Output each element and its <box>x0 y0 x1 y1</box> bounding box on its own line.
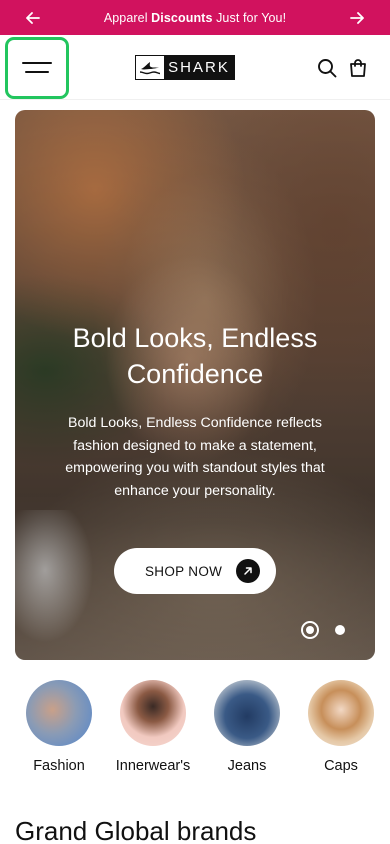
hero-title: Bold Looks, Endless Confidence <box>72 323 318 389</box>
category-caps[interactable]: Caps <box>296 680 386 774</box>
category-jeans[interactable]: Jeans <box>202 680 292 774</box>
arrow-up-right-icon <box>236 559 260 583</box>
search-icon[interactable] <box>316 57 338 79</box>
category-label: Jeans <box>227 758 267 774</box>
carousel-dot-active[interactable] <box>301 621 319 639</box>
carousel-dot[interactable] <box>335 625 345 635</box>
shop-now-label: SHOP NOW <box>145 563 223 579</box>
header: SHARK <box>0 35 390 100</box>
category-image <box>120 680 186 746</box>
category-label: Innerwear's <box>115 758 191 774</box>
category-image <box>308 680 374 746</box>
hero-banner[interactable]: Bold Looks, Endless Confidence Bold Look… <box>15 110 375 660</box>
brands-section-title: Grand Global brands <box>15 816 257 844</box>
category-fashion[interactable]: Fashion <box>14 680 104 774</box>
category-image <box>26 680 92 746</box>
promo-text-highlight: Discounts <box>151 10 213 25</box>
arrow-left-icon[interactable] <box>22 7 44 29</box>
promo-text: Apparel Discounts Just for You! <box>104 11 286 25</box>
hero-subtitle: Bold Looks, Endless Confidence reflects … <box>65 415 325 499</box>
category-label: Fashion <box>33 758 85 774</box>
shopping-bag-icon[interactable] <box>347 57 369 79</box>
promo-text-suffix: Just for You! <box>212 10 287 25</box>
logo-wordmark: SHARK <box>164 56 234 79</box>
promo-bar: Apparel Discounts Just for You! <box>0 0 390 35</box>
category-innerwear[interactable]: Innerwear's <box>108 680 198 774</box>
logo[interactable]: SHARK <box>135 55 235 80</box>
category-label: Caps <box>324 758 358 774</box>
shop-now-button[interactable]: SHOP NOW <box>114 548 276 594</box>
category-image <box>214 680 280 746</box>
arrow-right-icon[interactable] <box>346 7 368 29</box>
hamburger-menu-icon <box>22 62 52 74</box>
menu-button[interactable] <box>5 37 69 99</box>
promo-text-prefix: Apparel <box>103 10 152 25</box>
shark-logo-icon <box>136 56 164 79</box>
